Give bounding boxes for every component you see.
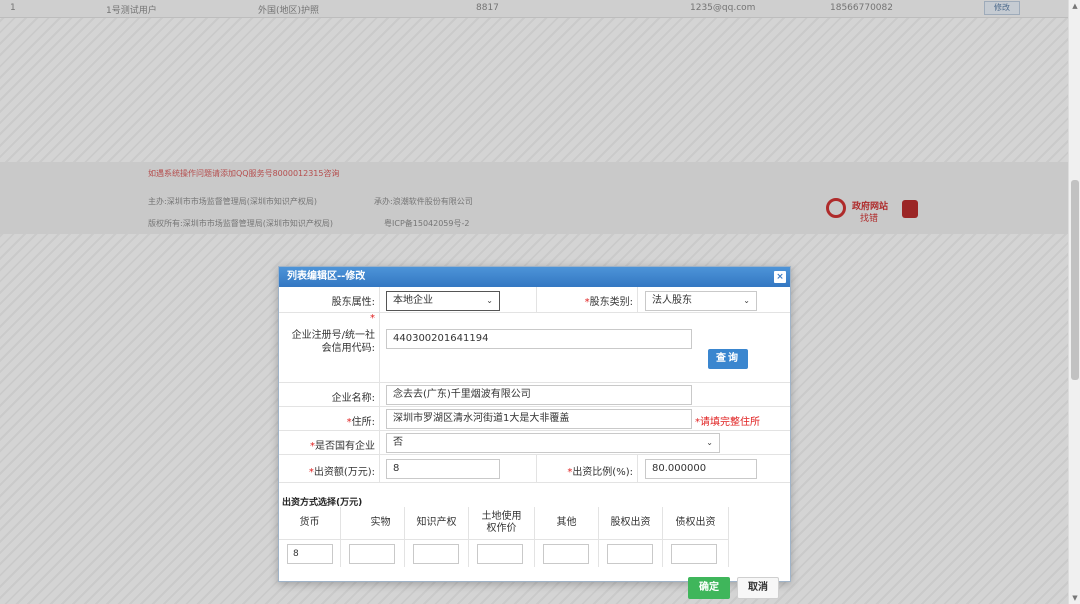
shareholder-attr-select[interactable]: 本地企业 ⌄ <box>386 291 500 311</box>
dialog-body: 股东属性: 本地企业 ⌄ *股东类别: 法人股东 ⌄ * 企业注册号/统一社 会… <box>279 287 790 599</box>
col-header: 债权出资 <box>675 517 716 528</box>
contribution-col-debt: 债权出资 <box>663 507 729 567</box>
shareholder-type-value: 法人股东 <box>652 295 692 306</box>
ratio-input[interactable]: 80.000000 <box>645 459 757 479</box>
shareholder-type-label: *股东类别: <box>584 297 633 308</box>
scroll-thumb[interactable] <box>1071 180 1079 380</box>
row-shareholder: 股东属性: 本地企业 ⌄ *股东类别: 法人股东 ⌄ <box>279 287 790 313</box>
chevron-down-icon: ⌄ <box>743 296 750 305</box>
currency-input[interactable]: 8 <box>287 544 333 564</box>
state-owned-label: *是否国有企业 <box>310 441 375 452</box>
address-input[interactable]: 深圳市罗湖区清水河街道1大是大非覆盖 <box>386 409 692 429</box>
contribution-col-equity: 股权出资 <box>599 507 663 567</box>
col-header: 其他 <box>556 517 577 528</box>
reg-code-input[interactable]: 440300201641194 <box>386 329 692 349</box>
scroll-up-arrow-icon[interactable]: ▲ <box>1069 0 1080 12</box>
col-header: 知识产权 <box>416 517 457 528</box>
equity-input[interactable] <box>607 544 653 564</box>
address-label: *住所: <box>346 417 375 428</box>
contribution-col-land: 土地使用权作价 <box>469 507 535 567</box>
query-button[interactable]: 查询 <box>708 349 748 369</box>
contribution-table: 货币 8 实物 知识产权 土地使用权作价 其他 股权出资 债权出资 <box>279 507 729 567</box>
ip-input[interactable] <box>413 544 459 564</box>
physical-input[interactable] <box>349 544 395 564</box>
shareholder-attr-label: 股东属性: <box>331 297 375 308</box>
contribution-col-physical: 实物 <box>341 507 405 567</box>
address-hint: *请填完整住所 <box>695 417 760 428</box>
scroll-down-arrow-icon[interactable]: ▼ <box>1069 592 1080 604</box>
capital-input[interactable]: 8 <box>386 459 500 479</box>
ratio-label: *出资比例(%): <box>567 467 633 478</box>
row-reg-code: * 企业注册号/统一社 会信用代码: 440300201641194 <box>279 313 790 383</box>
chevron-down-icon: ⌄ <box>486 296 493 305</box>
state-owned-select[interactable]: 否 ⌄ <box>386 433 720 453</box>
page-scrollbar[interactable]: ▲ ▼ <box>1068 0 1080 604</box>
shareholder-attr-value: 本地企业 <box>393 295 433 306</box>
dialog-title: 列表编辑区--修改 <box>287 271 366 282</box>
state-owned-value: 否 <box>393 437 403 448</box>
other-input[interactable] <box>543 544 589 564</box>
col-header: 货币 <box>299 517 320 528</box>
reg-code-label: 企业注册号/统一社 会信用代码: <box>291 330 375 354</box>
row-company-name: 企业名称: 念去去(广东)千里烟波有限公司 <box>279 383 790 407</box>
dialog-title-bar: 列表编辑区--修改 × <box>279 267 790 287</box>
edit-dialog: 列表编辑区--修改 × 股东属性: 本地企业 ⌄ *股东类别: 法人股东 ⌄ *… <box>278 266 791 599</box>
company-name-label: 企业名称: <box>331 393 375 404</box>
capital-label: *出资额(万元): <box>308 467 375 478</box>
row-state-owned: *是否国有企业 否 ⌄ <box>279 431 790 455</box>
shareholder-type-select[interactable]: 法人股东 ⌄ <box>645 291 757 311</box>
col-header: 土地使用权作价 <box>481 511 522 534</box>
contribution-col-other: 其他 <box>535 507 599 567</box>
chevron-down-icon: ⌄ <box>706 438 713 447</box>
contribution-col-ip: 知识产权 <box>405 507 469 567</box>
company-name-input[interactable]: 念去去(广东)千里烟波有限公司 <box>386 385 692 405</box>
debt-input[interactable] <box>671 544 717 564</box>
col-header: 实物 <box>370 517 391 528</box>
contribution-col-currency: 货币 8 <box>279 507 341 567</box>
row-capital: *出资额(万元): 8 *出资比例(%): 80.000000 <box>279 455 790 483</box>
close-icon[interactable]: × <box>774 271 786 283</box>
land-input[interactable] <box>477 544 523 564</box>
col-header: 股权出资 <box>610 517 651 528</box>
confirm-button[interactable]: 确定 <box>688 577 730 599</box>
cancel-button[interactable]: 取消 <box>737 577 779 599</box>
